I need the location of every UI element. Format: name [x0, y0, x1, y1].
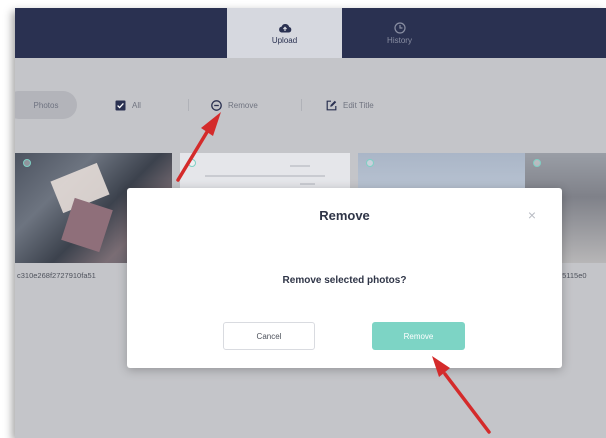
toolbar-divider: [301, 99, 302, 111]
minus-circle-icon: [211, 99, 222, 111]
top-navigation-bar: Upload History: [15, 8, 606, 58]
remove-label: Remove: [228, 100, 258, 110]
clock-icon: [393, 21, 406, 34]
remove-confirm-dialog: Remove × Remove selected photos? Cancel …: [127, 188, 562, 368]
photos-filter-pill[interactable]: Photos: [15, 91, 77, 119]
select-all-label: All: [132, 100, 141, 110]
close-icon[interactable]: ×: [528, 207, 536, 223]
cancel-button[interactable]: Cancel: [223, 322, 315, 350]
photo-filename: c310e268f2727910fa51: [17, 271, 96, 280]
select-checkbox-icon[interactable]: [23, 159, 31, 167]
tab-upload-label: Upload: [271, 35, 298, 45]
select-checkbox-icon[interactable]: [188, 159, 196, 167]
photos-filter-label: Photos: [33, 100, 59, 110]
select-checkbox-icon[interactable]: [533, 159, 541, 167]
tab-history[interactable]: History: [342, 8, 457, 58]
select-checkbox-icon[interactable]: [366, 159, 374, 167]
edit-title-button[interactable]: Edit Title: [326, 90, 374, 120]
toolbar-divider: [188, 99, 189, 111]
remove-button[interactable]: Remove: [211, 90, 258, 120]
dialog-message: Remove selected photos?: [282, 275, 407, 286]
cloud-upload-icon: [278, 22, 292, 34]
tab-history-label: History: [387, 35, 412, 45]
checkbox-icon: [115, 100, 126, 110]
photo-toolbar: Photos All Remove Edit Title: [15, 90, 606, 120]
edit-title-label: Edit Title: [343, 100, 374, 110]
app-window: Upload History Photos All Remove Edit Ti…: [15, 8, 606, 438]
select-all-button[interactable]: All: [115, 90, 141, 120]
confirm-remove-button[interactable]: Remove: [372, 322, 465, 350]
dialog-title: Remove: [319, 208, 370, 223]
tab-upload[interactable]: Upload: [227, 8, 342, 58]
edit-icon: [326, 100, 337, 110]
